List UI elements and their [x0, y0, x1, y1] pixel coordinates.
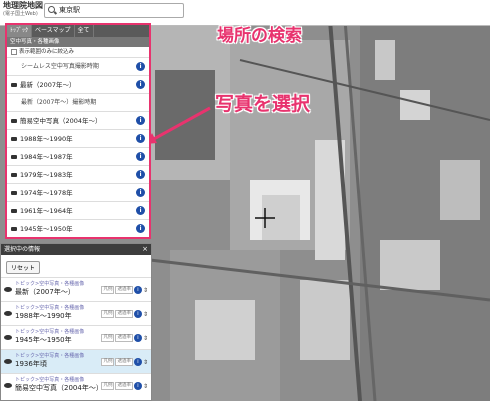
opacity-button[interactable]: 透過率 [115, 310, 133, 318]
search-value: 東京駅 [59, 6, 80, 14]
layer-row[interactable]: 1979年〜1983年 i [7, 166, 149, 184]
selected-layer-row[interactable]: トピック>空中写真・各種画像 1936年頃 凡例 透過率 i ⇕ [1, 349, 151, 373]
camera-icon [11, 209, 17, 213]
tab-topic[interactable]: ﾄｯﾌﾟｯｸ [7, 25, 33, 37]
info-icon[interactable]: i [133, 286, 142, 294]
camera-icon [11, 155, 17, 159]
opacity-button[interactable]: 透過率 [115, 358, 133, 366]
camera-icon [11, 83, 17, 87]
layer-row[interactable]: 1945年〜1950年 i [7, 220, 149, 237]
layer-row-label: 1988年〜1990年 [20, 135, 73, 143]
close-icon[interactable]: × [142, 244, 148, 255]
eye-icon[interactable] [4, 287, 12, 292]
layer-row[interactable]: 1988年〜1990年 i [7, 130, 149, 148]
move-icon[interactable]: ⇕ [143, 383, 148, 390]
camera-icon [11, 119, 17, 123]
selected-panel-header: 選択中の情報 × [1, 244, 151, 255]
info-icon[interactable]: i [136, 206, 145, 215]
camera-icon [11, 227, 17, 231]
info-icon[interactable]: i [136, 62, 145, 71]
layer-list-panel: ﾄｯﾌﾟｯｸ ベースマップ 全て 空中写真・各種画像 表示範囲のみに絞込み シー… [5, 23, 151, 239]
tab-basemap[interactable]: ベースマップ [32, 25, 75, 37]
layer-row-label: 最新（2007年〜） [20, 81, 76, 89]
selected-layer-row[interactable]: トピック>空中写真・各種画像 1988年〜1990年 凡例 透過率 i ⇕ [1, 301, 151, 325]
annotation-search: 場所の検索 [217, 26, 302, 46]
annotation-select: 写真を選択 [215, 93, 311, 115]
selected-layer-row[interactable]: トピック>空中写真・各種画像 簡易空中写真（2004年〜） 凡例 透過率 i ⇕ [1, 373, 151, 397]
info-icon[interactable]: i [136, 224, 145, 233]
info-icon[interactable]: i [136, 170, 145, 179]
layer-row-label: 1974年〜1978年 [20, 189, 73, 197]
tab-all[interactable]: 全て [75, 25, 94, 37]
info-icon[interactable]: i [136, 80, 145, 89]
info-icon[interactable]: i [133, 382, 142, 390]
eye-icon[interactable] [4, 335, 12, 340]
opacity-button[interactable]: 透過率 [115, 382, 133, 390]
layer-row[interactable]: 最新（2007年〜）撮影時期 [7, 94, 149, 112]
checkbox-icon[interactable] [11, 48, 17, 55]
info-icon[interactable]: i [133, 310, 142, 318]
info-icon[interactable]: i [133, 358, 142, 366]
selected-layers-panel: 選択中の情報 × リセット トピック>空中写真・各種画像 最新（2007年〜） … [0, 243, 152, 401]
legend-button[interactable]: 凡例 [101, 310, 115, 318]
opacity-button[interactable]: 透過率 [115, 286, 133, 294]
eye-icon[interactable] [4, 359, 12, 364]
logo-subtitle: (電子国土Web) [3, 11, 38, 17]
opacity-button[interactable]: 透過率 [115, 334, 133, 342]
filter-checkbox-label: 表示範囲のみに絞込み [19, 49, 75, 55]
reset-button[interactable]: リセット [6, 261, 41, 274]
layer-row-label: 簡易空中写真（2004年〜） [20, 117, 102, 125]
eye-icon[interactable] [4, 383, 12, 388]
selected-layer-row[interactable]: トピック>空中写真・各種画像 1945年〜1950年 凡例 透過率 i ⇕ [1, 325, 151, 349]
layer-row[interactable]: 1984年〜1987年 i [7, 148, 149, 166]
info-icon[interactable]: i [136, 116, 145, 125]
layer-row[interactable]: シームレス空中写真撮影時期 i [7, 58, 149, 76]
legend-button[interactable]: 凡例 [101, 286, 115, 294]
selected-layer-row[interactable]: トピック>空中写真・各種画像 最新（2007年〜） 凡例 透過率 i ⇕ [1, 277, 151, 301]
layer-row-label: 1979年〜1983年 [20, 171, 73, 179]
panel-tabs: ﾄｯﾌﾟｯｸ ベースマップ 全て [7, 25, 149, 37]
layer-row-label: 1945年〜1950年 [20, 225, 73, 233]
info-icon[interactable]: i [136, 188, 145, 197]
layer-row[interactable]: 最新（2007年〜） i [7, 76, 149, 94]
layer-row[interactable]: 簡易空中写真（2004年〜） i [7, 112, 149, 130]
legend-button[interactable]: 凡例 [101, 358, 115, 366]
search-icon[interactable] [48, 6, 55, 13]
layer-row[interactable]: 1961年〜1964年 i [7, 202, 149, 220]
camera-icon [11, 173, 17, 177]
camera-icon [11, 191, 17, 195]
camera-icon [11, 137, 17, 141]
layer-row-label: 1961年〜1964年 [20, 207, 73, 215]
layer-row-label: 1984年〜1987年 [20, 153, 73, 161]
layer-row-label: シームレス空中写真撮影時期 [21, 63, 99, 70]
eye-icon[interactable] [4, 311, 12, 316]
info-icon[interactable]: i [136, 134, 145, 143]
info-icon[interactable]: i [133, 334, 142, 342]
move-icon[interactable]: ⇕ [143, 335, 148, 342]
panel-subheader[interactable]: 空中写真・各種画像 [7, 37, 149, 47]
app-logo[interactable]: 地理院地図 (電子国土Web) [3, 1, 43, 19]
move-icon[interactable]: ⇕ [143, 359, 148, 366]
info-icon[interactable]: i [136, 152, 145, 161]
filter-checkbox[interactable]: 表示範囲のみに絞込み [7, 47, 149, 58]
move-icon[interactable]: ⇕ [143, 287, 148, 294]
legend-button[interactable]: 凡例 [101, 382, 115, 390]
selected-panel-title: 選択中の情報 [4, 246, 41, 253]
logo-title: 地理院地図 [3, 1, 43, 10]
layer-row[interactable]: 1974年〜1978年 i [7, 184, 149, 202]
move-icon[interactable]: ⇕ [143, 311, 148, 318]
search-input[interactable]: 東京駅 [44, 3, 184, 18]
legend-button[interactable]: 凡例 [101, 334, 115, 342]
layer-row-label: 最新（2007年〜）撮影時期 [21, 99, 97, 106]
